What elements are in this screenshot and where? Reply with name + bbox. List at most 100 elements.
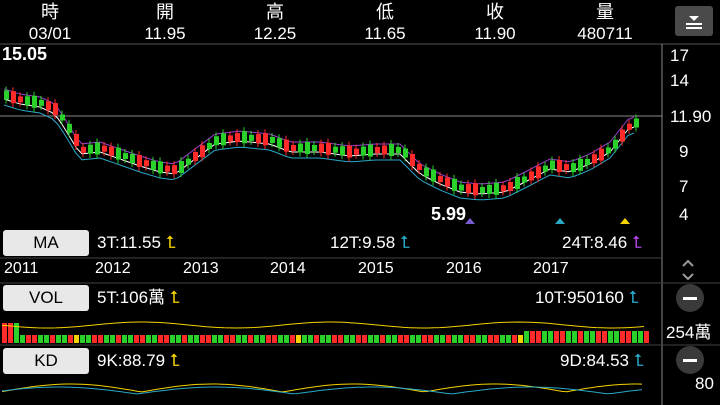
candle-body — [200, 145, 205, 158]
volume-bar — [104, 335, 109, 343]
volume-bar — [578, 331, 583, 343]
candle-body — [536, 166, 541, 179]
volume-bar — [200, 335, 205, 343]
volume-bar — [86, 335, 91, 343]
volume-bar — [278, 335, 283, 343]
candle-body — [620, 129, 625, 142]
volume-bar — [134, 335, 139, 343]
volume-bar — [530, 331, 535, 343]
candle-body — [130, 154, 135, 163]
volume-bar — [620, 331, 625, 343]
candle-body — [571, 163, 576, 173]
candle-body — [74, 134, 79, 146]
candle-body — [375, 147, 380, 153]
candle-body — [60, 114, 65, 121]
candle-body — [529, 171, 534, 181]
candle-body — [578, 158, 583, 171]
volume-bar — [332, 335, 337, 343]
candle-body — [88, 144, 93, 154]
candle-body — [508, 182, 513, 191]
volume-bar — [242, 335, 247, 343]
volume-bar — [146, 335, 151, 343]
candle-body — [557, 160, 562, 173]
candle-body — [382, 145, 387, 155]
volume-bar — [182, 335, 187, 343]
volume-bar — [314, 335, 319, 343]
candle-body — [18, 96, 23, 103]
candle-body — [165, 165, 170, 172]
candle-body — [53, 103, 58, 116]
ma3-value: 3T:11.55 ⮤ — [97, 233, 176, 252]
volume-bar — [626, 331, 631, 343]
volume-bar — [608, 331, 613, 343]
volume-bar — [254, 335, 259, 343]
candle-body — [46, 101, 51, 111]
volume-bar — [296, 335, 301, 343]
candle-body — [515, 177, 520, 189]
kline-chart — [0, 43, 720, 405]
candle-body — [277, 138, 282, 148]
collapse-vol-button[interactable] — [676, 284, 704, 312]
candle-body — [81, 146, 86, 153]
candle-body — [109, 146, 114, 156]
volume-bar — [320, 335, 325, 343]
expand-toggle[interactable] — [680, 258, 696, 282]
price-axis-9: 9 — [679, 142, 689, 161]
volume-bar — [410, 335, 415, 343]
candle-body — [459, 184, 464, 191]
candle-body — [487, 184, 492, 194]
volume-bar — [158, 335, 163, 343]
candle-body — [172, 165, 177, 175]
volume-bar — [470, 335, 475, 343]
candle-body — [424, 167, 429, 177]
candle-body — [144, 160, 149, 167]
volume-bar — [434, 335, 439, 343]
volume-bar — [560, 331, 565, 343]
volume-bar — [116, 335, 121, 343]
candle-body — [438, 176, 443, 182]
volume-bar — [62, 335, 67, 343]
year-label: 2017 — [533, 260, 569, 277]
candle-body — [627, 123, 632, 130]
volume-bar — [518, 335, 523, 343]
candle-body — [137, 154, 142, 167]
candle-body — [550, 160, 555, 170]
ma-button[interactable]: MA — [3, 230, 89, 256]
volume-bar — [356, 335, 361, 343]
candle-body — [473, 183, 478, 196]
volume-bar — [32, 335, 37, 343]
d-value: 9D:84.53 ⮤ — [560, 351, 644, 370]
candle-body — [564, 164, 569, 171]
vol-button[interactable]: VOL — [3, 285, 89, 311]
collapse-kd-button[interactable] — [676, 346, 704, 374]
candle-body — [452, 178, 457, 191]
candle-body — [417, 164, 422, 170]
candle-body — [102, 145, 107, 152]
volume-bar — [584, 331, 589, 343]
price-axis-17: 17 — [670, 46, 689, 65]
candle-body — [466, 184, 471, 194]
candle-body — [522, 176, 527, 183]
volume-bar — [422, 335, 427, 343]
candle-body — [543, 165, 548, 172]
candle-body — [235, 133, 240, 143]
candle-body — [179, 161, 184, 173]
candle-body — [116, 147, 121, 160]
volume-bar — [248, 335, 253, 343]
volume-bar — [464, 335, 469, 343]
volume-bar — [290, 335, 295, 343]
volume-bar — [398, 335, 403, 343]
price-axis-14: 14 — [670, 71, 689, 90]
low-marker-icon — [465, 218, 475, 224]
candle-body — [284, 139, 289, 152]
volume-bar — [308, 335, 313, 343]
volume-bar — [56, 335, 61, 343]
volume-bar — [572, 331, 577, 343]
volume-bar — [260, 335, 265, 343]
kd-button[interactable]: KD — [3, 348, 89, 374]
last-price-label: 11.90 — [670, 107, 712, 127]
candle-body — [613, 139, 618, 149]
candle-body — [494, 182, 499, 195]
volume-bar — [590, 331, 595, 343]
volume-bar — [80, 335, 85, 343]
